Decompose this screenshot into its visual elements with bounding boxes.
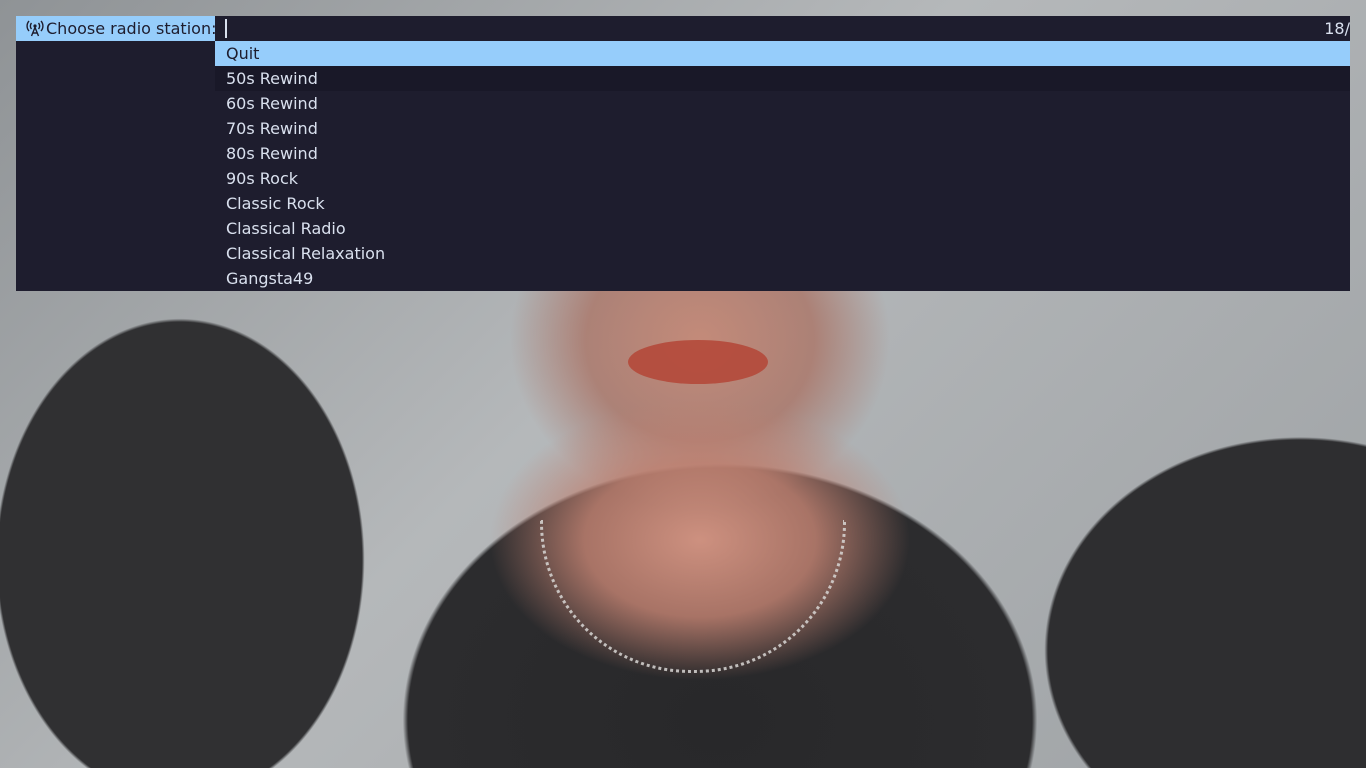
prompt-bar: Choose radio station: 18/ bbox=[16, 16, 1350, 41]
list-item-classical-relaxation[interactable]: Classical Relaxation bbox=[215, 241, 1350, 266]
prompt: Choose radio station: bbox=[16, 16, 217, 41]
match-count: 18/ bbox=[1324, 19, 1350, 38]
list-item-80s-rewind[interactable]: 80s Rewind bbox=[215, 141, 1350, 166]
text-cursor bbox=[225, 19, 227, 38]
list-item-70s-rewind[interactable]: 70s Rewind bbox=[215, 116, 1350, 141]
list-item-50s-rewind[interactable]: 50s Rewind bbox=[215, 66, 1350, 91]
search-input[interactable] bbox=[215, 16, 1315, 41]
list-item-quit[interactable]: Quit bbox=[215, 41, 1350, 66]
list-item-90s-rock[interactable]: 90s Rock bbox=[215, 166, 1350, 191]
list-item-60s-rewind[interactable]: 60s Rewind bbox=[215, 91, 1350, 116]
prompt-label: Choose radio station: bbox=[46, 19, 217, 38]
wallpaper-necklace bbox=[540, 520, 846, 673]
wallpaper-lips bbox=[628, 340, 768, 384]
radio-tower-icon bbox=[26, 20, 44, 38]
list-item-classical-radio[interactable]: Classical Radio bbox=[215, 216, 1350, 241]
list-item-gangsta49[interactable]: Gangsta49 bbox=[215, 266, 1350, 291]
station-list: Quit 50s Rewind 60s Rewind 70s Rewind 80… bbox=[215, 41, 1350, 291]
list-item-classic-rock[interactable]: Classic Rock bbox=[215, 191, 1350, 216]
radio-station-launcher: Choose radio station: 18/ Quit 50s Rewin… bbox=[16, 16, 1350, 291]
